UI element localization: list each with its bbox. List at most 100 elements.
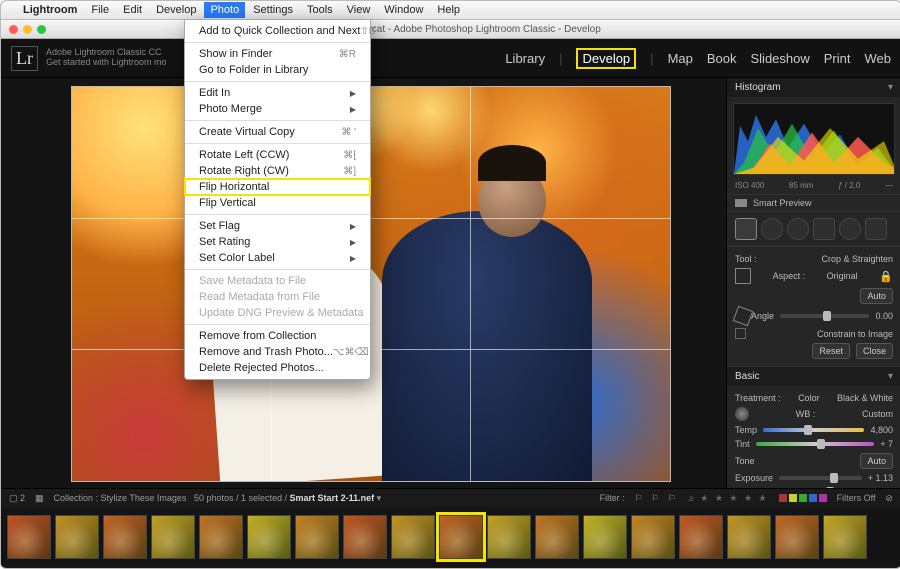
filmstrip-thumb[interactable]: [295, 515, 339, 559]
crop-frame-icon[interactable]: [735, 268, 751, 284]
menu-window[interactable]: Window: [384, 4, 423, 16]
filters-off-label[interactable]: Filters Off: [837, 493, 876, 503]
menu-item-set-rating[interactable]: Set Rating: [185, 234, 370, 250]
menu-edit[interactable]: Edit: [123, 4, 142, 16]
filmstrip-thumb[interactable]: [487, 515, 531, 559]
menu-item-photo-merge[interactable]: Photo Merge: [185, 101, 370, 117]
tint-slider[interactable]: [756, 442, 875, 446]
menu-item-set-color-label[interactable]: Set Color Label: [185, 250, 370, 266]
crop-handle-tr[interactable]: [656, 86, 671, 101]
module-library[interactable]: Library: [505, 51, 545, 66]
second-window-icon[interactable]: ▢ 2: [9, 493, 25, 504]
radial-filter-tool-icon[interactable]: [839, 218, 861, 240]
filmstrip-thumb[interactable]: [343, 515, 387, 559]
filmstrip-thumb[interactable]: [679, 515, 723, 559]
menu-file[interactable]: File: [91, 4, 109, 16]
module-develop[interactable]: Develop: [576, 48, 636, 69]
menu-item-flip-horizontal[interactable]: Flip Horizontal: [185, 179, 370, 195]
module-book[interactable]: Book: [707, 51, 737, 66]
crop-handle-br[interactable]: [656, 467, 671, 482]
menu-item-create-virtual-copy[interactable]: Create Virtual Copy⌘ ': [185, 124, 370, 140]
close-window-icon[interactable]: [9, 25, 18, 34]
filter-colors[interactable]: [779, 494, 827, 502]
filter-flags[interactable]: ⚐ ⚐ ⚐: [635, 493, 679, 504]
menu-item-set-flag[interactable]: Set Flag: [185, 218, 370, 234]
exposure-slider[interactable]: [779, 476, 862, 480]
menu-item-show-in-finder[interactable]: Show in Finder⌘R: [185, 46, 370, 62]
angle-icon[interactable]: [733, 306, 754, 327]
histogram-icon[interactable]: [733, 103, 895, 175]
crop-reset-button[interactable]: Reset: [812, 343, 850, 359]
filmstrip-thumb[interactable]: [55, 515, 99, 559]
filmstrip-thumb[interactable]: [199, 515, 243, 559]
wb-dropdown[interactable]: Custom: [862, 409, 893, 419]
wb-picker-icon[interactable]: [735, 407, 749, 421]
menu-settings[interactable]: Settings: [253, 4, 293, 16]
filmstrip[interactable]: [1, 507, 900, 567]
crop-tool-icon[interactable]: [735, 218, 757, 240]
minimize-window-icon[interactable]: [23, 25, 32, 34]
photo-preview[interactable]: [71, 86, 671, 482]
zoom-window-icon[interactable]: [37, 25, 46, 34]
filmstrip-thumb[interactable]: [775, 515, 819, 559]
auto-straighten-button[interactable]: Auto: [860, 288, 893, 304]
spot-removal-tool-icon[interactable]: [761, 218, 783, 240]
filter-lock-icon[interactable]: ⊘: [885, 493, 893, 504]
lock-icon[interactable]: 🔒: [879, 270, 893, 283]
menu-item-edit-in[interactable]: Edit In: [185, 85, 370, 101]
menu-tools[interactable]: Tools: [307, 4, 333, 16]
filmstrip-thumb[interactable]: [7, 515, 51, 559]
menu-develop[interactable]: Develop: [156, 4, 196, 16]
window-title-bar: LRCC Classic.lrcat - Adobe Photoshop Lig…: [1, 20, 900, 39]
filmstrip-thumb[interactable]: [823, 515, 867, 559]
histogram-header[interactable]: Histogram: [727, 78, 900, 97]
filmstrip-thumb[interactable]: [583, 515, 627, 559]
graduated-filter-tool-icon[interactable]: [813, 218, 835, 240]
filmstrip-thumb[interactable]: [151, 515, 195, 559]
filmstrip-thumb[interactable]: [103, 515, 147, 559]
brush-tool-icon[interactable]: [865, 218, 887, 240]
constrain-checkbox[interactable]: [735, 328, 746, 339]
photo-menu-dropdown[interactable]: Add to Quick Collection and Next⇧B Show i…: [184, 19, 371, 380]
crop-handle-tl[interactable]: [71, 86, 86, 101]
menu-item-rotate-left-ccw[interactable]: Rotate Left (CCW)⌘[: [185, 147, 370, 163]
grid-view-icon[interactable]: ▦: [35, 493, 44, 504]
smart-preview-indicator: Smart Preview: [727, 194, 900, 212]
module-print[interactable]: Print: [824, 51, 851, 66]
menu-item-remove-and-trash-photo[interactable]: Remove and Trash Photo...⌥⌘⌫: [185, 344, 370, 360]
breadcrumb[interactable]: Collection : Stylize These Images 50 pho…: [54, 493, 382, 504]
aspect-dropdown[interactable]: Original: [827, 271, 858, 281]
menu-item-flip-vertical[interactable]: Flip Vertical: [185, 195, 370, 211]
menu-help[interactable]: Help: [437, 4, 460, 16]
mac-menu-bar: Lightroom File Edit Develop Photo Settin…: [1, 1, 900, 20]
menu-item-delete-rejected-photos[interactable]: Delete Rejected Photos...: [185, 360, 370, 376]
filmstrip-thumb[interactable]: [727, 515, 771, 559]
crop-close-button[interactable]: Close: [856, 343, 893, 359]
menu-item-add-to-quick-collection-and-next[interactable]: Add to Quick Collection and Next⇧B: [185, 23, 370, 39]
module-map[interactable]: Map: [668, 51, 693, 66]
menu-photo[interactable]: Photo: [204, 2, 245, 18]
menu-item-go-to-folder-in-library[interactable]: Go to Folder in Library: [185, 62, 370, 78]
crop-handle-bl[interactable]: [71, 467, 86, 482]
filmstrip-thumb[interactable]: [631, 515, 675, 559]
right-panels: Histogram ISO 400 85 mm ƒ / 2.0 — Smart …: [726, 78, 900, 488]
module-slideshow[interactable]: Slideshow: [751, 51, 810, 66]
temp-slider[interactable]: [763, 428, 864, 432]
filmstrip-thumb[interactable]: [439, 515, 483, 559]
menu-item-remove-from-collection[interactable]: Remove from Collection: [185, 328, 370, 344]
app-menu[interactable]: Lightroom: [23, 4, 77, 16]
angle-slider[interactable]: [780, 314, 869, 318]
module-web[interactable]: Web: [865, 51, 892, 66]
treatment-bw-button[interactable]: Black & White: [837, 393, 893, 403]
basic-panel-header[interactable]: Basic: [727, 367, 900, 386]
filmstrip-thumb[interactable]: [391, 515, 435, 559]
menu-item-update-dng-preview-metadata: Update DNG Preview & Metadata: [185, 305, 370, 321]
filter-rating[interactable]: ≥ ★ ★ ★ ★ ★: [689, 493, 769, 504]
filmstrip-thumb[interactable]: [535, 515, 579, 559]
filmstrip-thumb[interactable]: [247, 515, 291, 559]
treatment-color-button[interactable]: Color: [798, 393, 820, 403]
menu-item-rotate-right-cw[interactable]: Rotate Right (CW)⌘]: [185, 163, 370, 179]
redeye-tool-icon[interactable]: [787, 218, 809, 240]
tone-auto-button[interactable]: Auto: [860, 453, 893, 469]
menu-view[interactable]: View: [347, 4, 371, 16]
